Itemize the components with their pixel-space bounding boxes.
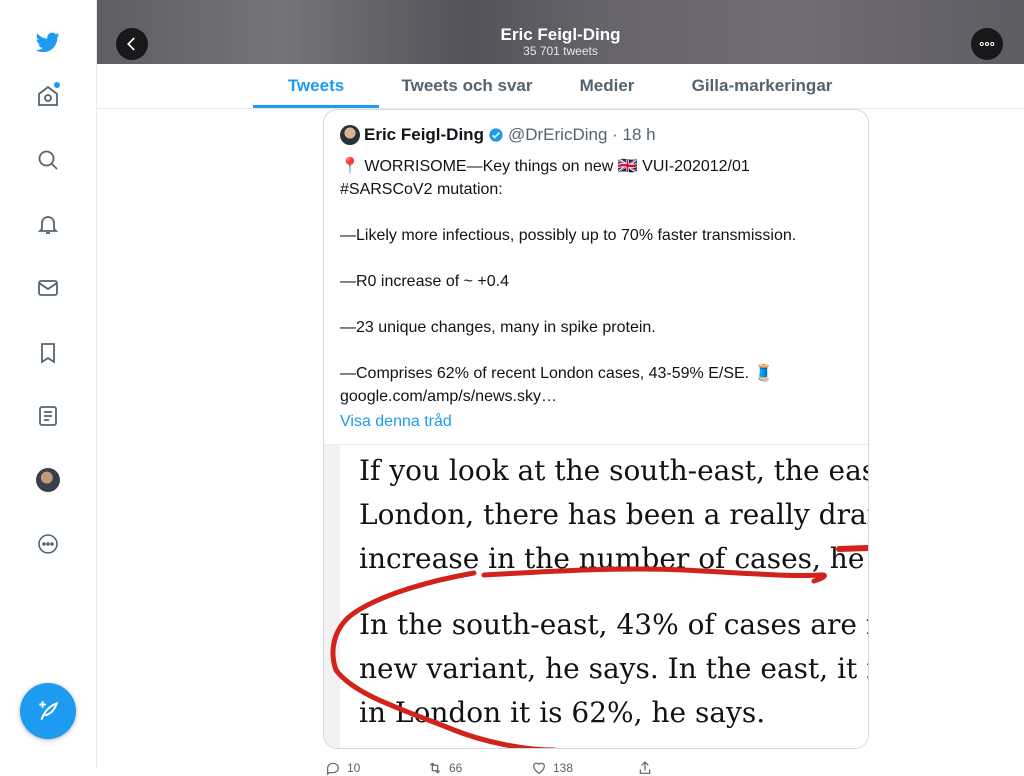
show-thread-link[interactable]: Visa denna tråd: [340, 413, 452, 431]
tab-likes[interactable]: Gilla-markeringar: [687, 64, 837, 107]
author-handle-time[interactable]: @DrEricDing · 18 h: [508, 125, 656, 145]
compose-tweet-button[interactable]: [20, 683, 76, 739]
twitter-logo-icon[interactable]: [28, 22, 68, 62]
tweet-image[interactable]: If you look at the south-east, the eas L…: [324, 444, 868, 748]
like-count: 138: [553, 761, 574, 775]
author-name[interactable]: Eric Feigl-Ding: [364, 125, 484, 145]
reply-button[interactable]: 10: [325, 760, 360, 776]
like-button[interactable]: 138: [531, 760, 573, 776]
tweet-count: 35 701 tweets: [523, 44, 598, 58]
red-annotation-scribble: [330, 545, 868, 748]
ellipsis-icon: [979, 41, 995, 47]
explore-icon[interactable]: [28, 140, 68, 180]
profile-tabs: Tweets Tweets och svar Medier Gilla-mark…: [97, 64, 1024, 109]
retweet-icon: [429, 762, 441, 774]
heart-icon: [533, 762, 545, 775]
more-options-button[interactable]: [971, 28, 1003, 60]
lists-icon[interactable]: [28, 396, 68, 436]
profile-banner: Eric Feigl-Ding 35 701 tweets: [97, 0, 1024, 64]
tweet-actions: 10 66 138: [323, 756, 867, 776]
profile-title: Eric Feigl-Ding: [500, 25, 621, 44]
sidebar-nav: [0, 0, 97, 768]
tab-tweets[interactable]: Tweets: [253, 64, 379, 108]
messages-icon[interactable]: [28, 268, 68, 308]
retweet-button[interactable]: 66: [427, 760, 462, 776]
tweet-header: Eric Feigl-Ding @DrEricDing · 18 h: [340, 125, 656, 145]
avatar: [36, 468, 60, 492]
retweet-count: 66: [449, 761, 463, 775]
notification-dot: [54, 82, 60, 88]
verified-badge-icon: [489, 128, 503, 142]
tab-media[interactable]: Medier: [573, 64, 641, 107]
tweet-card[interactable]: Eric Feigl-Ding @DrEricDing · 18 h 📍 WOR…: [323, 109, 869, 749]
tab-tweets-and-replies[interactable]: Tweets och svar: [399, 64, 535, 107]
tweet-text: 📍 WORRISOME—Key things on new 🇬🇧 VUI-202…: [340, 158, 797, 405]
more-icon[interactable]: [28, 524, 68, 564]
reply-count: 10: [347, 761, 361, 775]
notifications-icon[interactable]: [28, 204, 68, 244]
reply-icon: [327, 762, 339, 776]
compose-tweet-icon: [39, 701, 59, 720]
share-button[interactable]: [637, 760, 653, 776]
share-icon: [639, 761, 651, 774]
profile-avatar[interactable]: [28, 460, 68, 500]
home-icon[interactable]: [28, 76, 68, 116]
bookmarks-icon[interactable]: [28, 333, 68, 373]
author-avatar[interactable]: [340, 125, 360, 145]
